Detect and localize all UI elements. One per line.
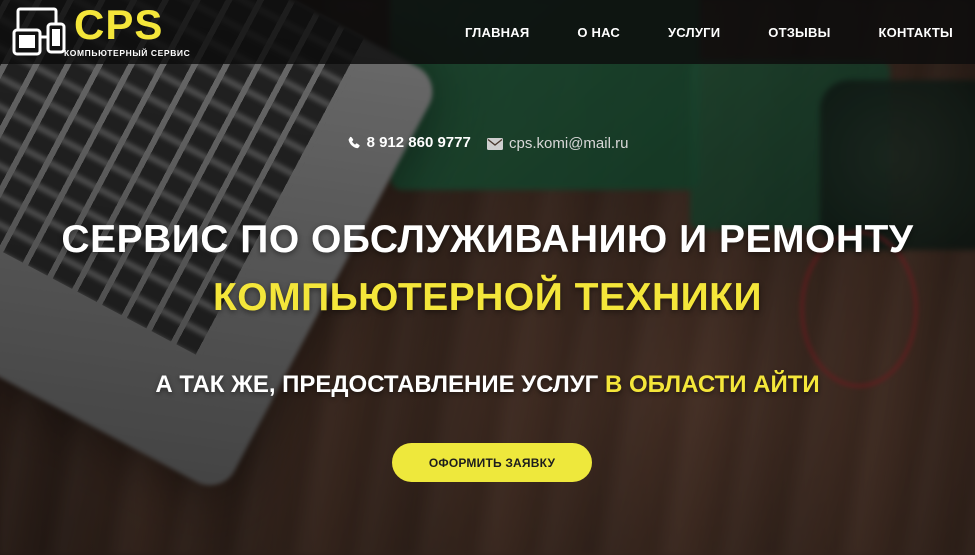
envelope-icon [487,137,504,150]
hero-subtitle-main: А ТАК ЖЕ, ПРЕДОСТАВЛЕНИЕ УСЛУГ [155,371,599,398]
site-header: CPS КОМПЬЮТЕРНЫЙ СЕРВИС ГЛАВНАЯ О НАС УС… [0,0,975,64]
hero-title-line1: СЕРВИС ПО ОБСЛУЖИВАНИЮ И РЕМОНТУ [61,218,914,261]
nav-item-home[interactable]: ГЛАВНАЯ [465,25,529,40]
email-contact[interactable]: cps.komi@mail.ru [487,135,628,152]
email-address: cps.komi@mail.ru [509,135,629,152]
logo-text: CPS [74,1,164,48]
logo-tagline: КОМПЬЮТЕРНЫЙ СЕРВИС [64,48,191,58]
hero-subtitle-accent: В ОБЛАСТИ АЙТИ [604,371,820,398]
nav-item-services[interactable]: УСЛУГИ [668,25,720,40]
nav-item-contacts[interactable]: КОНТАКТЫ [879,25,953,40]
hero-title-line2: КОМПЬЮТЕРНОЙ ТЕХНИКИ [212,276,763,319]
contact-bar: 8 912 860 9777 cps.komi@mail.ru [0,134,975,154]
hero-subtitle: А ТАК ЖЕ, ПРЕДОСТАВЛЕНИЕ УСЛУГ В ОБЛАСТИ… [0,371,975,399]
phone-icon [348,136,360,148]
nav-item-reviews[interactable]: ОТЗЫВЫ [768,25,830,40]
main-nav: ГЛАВНАЯ О НАС УСЛУГИ ОТЗЫВЫ КОНТАКТЫ [417,0,953,64]
devices-icon [12,7,66,56]
logo[interactable]: CPS КОМПЬЮТЕРНЫЙ СЕРВИС [12,1,192,60]
nav-item-about[interactable]: О НАС [577,25,620,40]
phone-number: 8 912 860 9777 [366,134,471,151]
order-request-button[interactable]: ОФОРМИТЬ ЗАЯВКУ [392,443,592,482]
phone-contact[interactable]: 8 912 860 9777 [347,134,471,151]
